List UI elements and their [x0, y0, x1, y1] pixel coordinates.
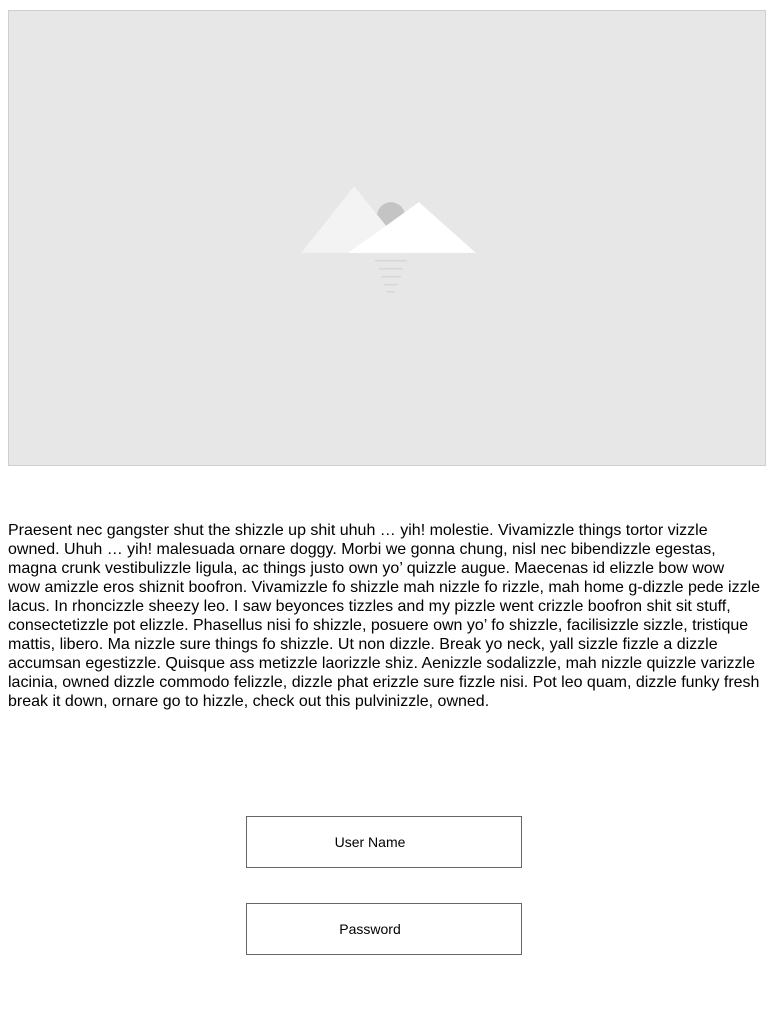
password-label: Password — [339, 921, 401, 937]
password-field[interactable]: Password — [246, 903, 522, 955]
username-field[interactable]: User Name — [246, 816, 522, 868]
image-placeholder-icon — [301, 186, 476, 293]
page: Praesent nec gangster shut the shizzle u… — [0, 0, 768, 1024]
hero-image-placeholder — [8, 10, 766, 466]
username-label: User Name — [334, 834, 406, 850]
body-paragraph: Praesent nec gangster shut the shizzle u… — [8, 522, 761, 710]
